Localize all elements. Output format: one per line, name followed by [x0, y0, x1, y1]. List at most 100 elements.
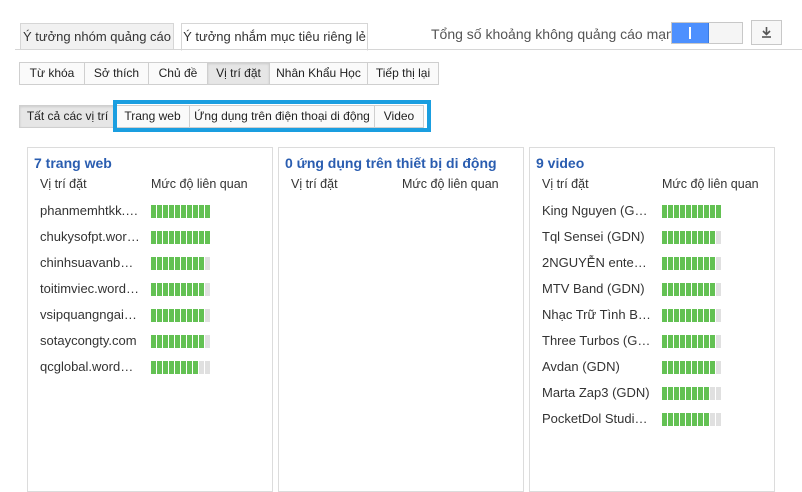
placement-link[interactable]: phanmemhtkk.blogspot.com: [40, 203, 140, 218]
relevance-segment: [686, 413, 691, 426]
relevance-segment: [680, 309, 685, 322]
column-header-placement: Vị trí đặt: [40, 177, 87, 191]
relevance-segment: [199, 231, 204, 244]
relevance-segment: [662, 257, 667, 270]
relevance-segment: [686, 205, 691, 218]
relevance-segment: [704, 257, 709, 270]
relevance-segment: [716, 231, 721, 244]
network-inventory-label: Tổng số khoảng không quảng cáo mạng:: [431, 26, 686, 42]
relevance-segment: [199, 257, 204, 270]
relevance-segment: [157, 361, 162, 374]
highlight-box: [113, 100, 431, 132]
relevance-segment: [698, 309, 703, 322]
relevance-segment: [680, 257, 685, 270]
relevance-segment: [151, 257, 156, 270]
tab-individual-targeting-ideas[interactable]: Ý tưởng nhắm mục tiêu riêng lẻ: [181, 23, 368, 51]
relevance-segment: [674, 309, 679, 322]
relevance-segment: [692, 309, 697, 322]
relevance-segment: [698, 387, 703, 400]
relevance-segment: [662, 335, 667, 348]
relevance-meter: [151, 309, 211, 322]
placement-link[interactable]: Avdan (GDN): [542, 359, 651, 374]
relevance-meter: [662, 231, 722, 244]
relevance-segment: [704, 387, 709, 400]
relevance-meter: [662, 361, 722, 374]
relevance-segment: [692, 361, 697, 374]
column-header-relevance: Mức độ liên quan: [151, 177, 248, 191]
filter-tab-placements[interactable]: Vị trí đặt: [207, 62, 270, 85]
placement-link[interactable]: qcglobal.wordpress.com: [40, 359, 140, 374]
relevance-segment: [668, 205, 673, 218]
relevance-segment: [181, 361, 186, 374]
relevance-segment: [674, 335, 679, 348]
relevance-segment: [187, 309, 192, 322]
relevance-segment: [686, 257, 691, 270]
relevance-segment: [169, 231, 174, 244]
relevance-segment: [157, 335, 162, 348]
relevance-segment: [193, 309, 198, 322]
relevance-segment: [674, 231, 679, 244]
relevance-segment: [686, 283, 691, 296]
placement-link[interactable]: Nhạc Trữ Tình Bolero: [542, 307, 651, 322]
tab-ad-group-ideas[interactable]: Ý tưởng nhóm quảng cáo: [20, 23, 174, 50]
relevance-segment: [710, 387, 715, 400]
filter-tab-interests[interactable]: Sở thích: [84, 62, 149, 85]
relevance-segment: [698, 257, 703, 270]
relevance-segment: [686, 361, 691, 374]
panel-title[interactable]: 9 video: [536, 155, 584, 171]
relevance-segment: [151, 335, 156, 348]
filter-tab-keywords[interactable]: Từ khóa: [19, 62, 85, 85]
relevance-segment: [674, 205, 679, 218]
relevance-segment: [668, 361, 673, 374]
placement-link[interactable]: MTV Band (GDN): [542, 281, 651, 296]
relevance-segment: [716, 361, 721, 374]
relevance-segment: [175, 361, 180, 374]
relevance-segment: [704, 413, 709, 426]
network-inventory-toggle[interactable]: [671, 22, 743, 44]
relevance-segment: [668, 335, 673, 348]
relevance-segment: [686, 309, 691, 322]
relevance-segment: [169, 309, 174, 322]
placement-link[interactable]: Tql Sensei (GDN): [542, 229, 651, 244]
relevance-segment: [187, 283, 192, 296]
relevance-segment: [710, 283, 715, 296]
relevance-segment: [710, 205, 715, 218]
relevance-segment: [187, 257, 192, 270]
download-button[interactable]: [751, 20, 782, 45]
relevance-segment: [157, 257, 162, 270]
relevance-segment: [157, 283, 162, 296]
panel-title[interactable]: 0 ứng dụng trên thiết bị di động: [285, 155, 497, 171]
placement-link[interactable]: sotaycongty.com: [40, 333, 140, 348]
relevance-segment: [692, 205, 697, 218]
placement-link[interactable]: PocketDol Studio (GDN): [542, 411, 651, 426]
placement-tab-all[interactable]: Tất cả các vị trí: [19, 105, 116, 128]
placement-link[interactable]: Marta Zap3 (GDN): [542, 385, 651, 400]
relevance-segment: [716, 387, 721, 400]
placement-link[interactable]: 2NGUYỄN entertainment: [542, 255, 651, 270]
filter-tab-topics[interactable]: Chủ đề: [148, 62, 208, 85]
placement-link[interactable]: vsipquangngai.com: [40, 307, 140, 322]
placement-link[interactable]: chukysofpt.wordpress.com: [40, 229, 140, 244]
relevance-segment: [193, 205, 198, 218]
column-header-relevance: Mức độ liên quan: [662, 177, 759, 191]
relevance-segment: [692, 283, 697, 296]
relevance-segment: [680, 231, 685, 244]
relevance-segment: [187, 361, 192, 374]
relevance-segment: [692, 257, 697, 270]
relevance-segment: [193, 361, 198, 374]
column-header-placement: Vị trí đặt: [291, 177, 338, 191]
filter-tab-remarketing[interactable]: Tiếp thị lại: [367, 62, 439, 85]
relevance-segment: [163, 335, 168, 348]
relevance-segment: [151, 231, 156, 244]
relevance-segment: [698, 335, 703, 348]
relevance-segment: [704, 283, 709, 296]
placement-link[interactable]: King Nguyen (GDN): [542, 203, 651, 218]
relevance-segment: [169, 335, 174, 348]
placement-link[interactable]: Three Turbos (GDN): [542, 333, 651, 348]
panel-title[interactable]: 7 trang web: [34, 155, 112, 171]
relevance-segment: [710, 361, 715, 374]
placement-link[interactable]: chinhsuavanbang.com: [40, 255, 140, 270]
relevance-segment: [662, 205, 667, 218]
filter-tab-demographics[interactable]: Nhân Khẩu Học: [269, 62, 368, 85]
placement-link[interactable]: toitimviec.wordpress.com: [40, 281, 140, 296]
